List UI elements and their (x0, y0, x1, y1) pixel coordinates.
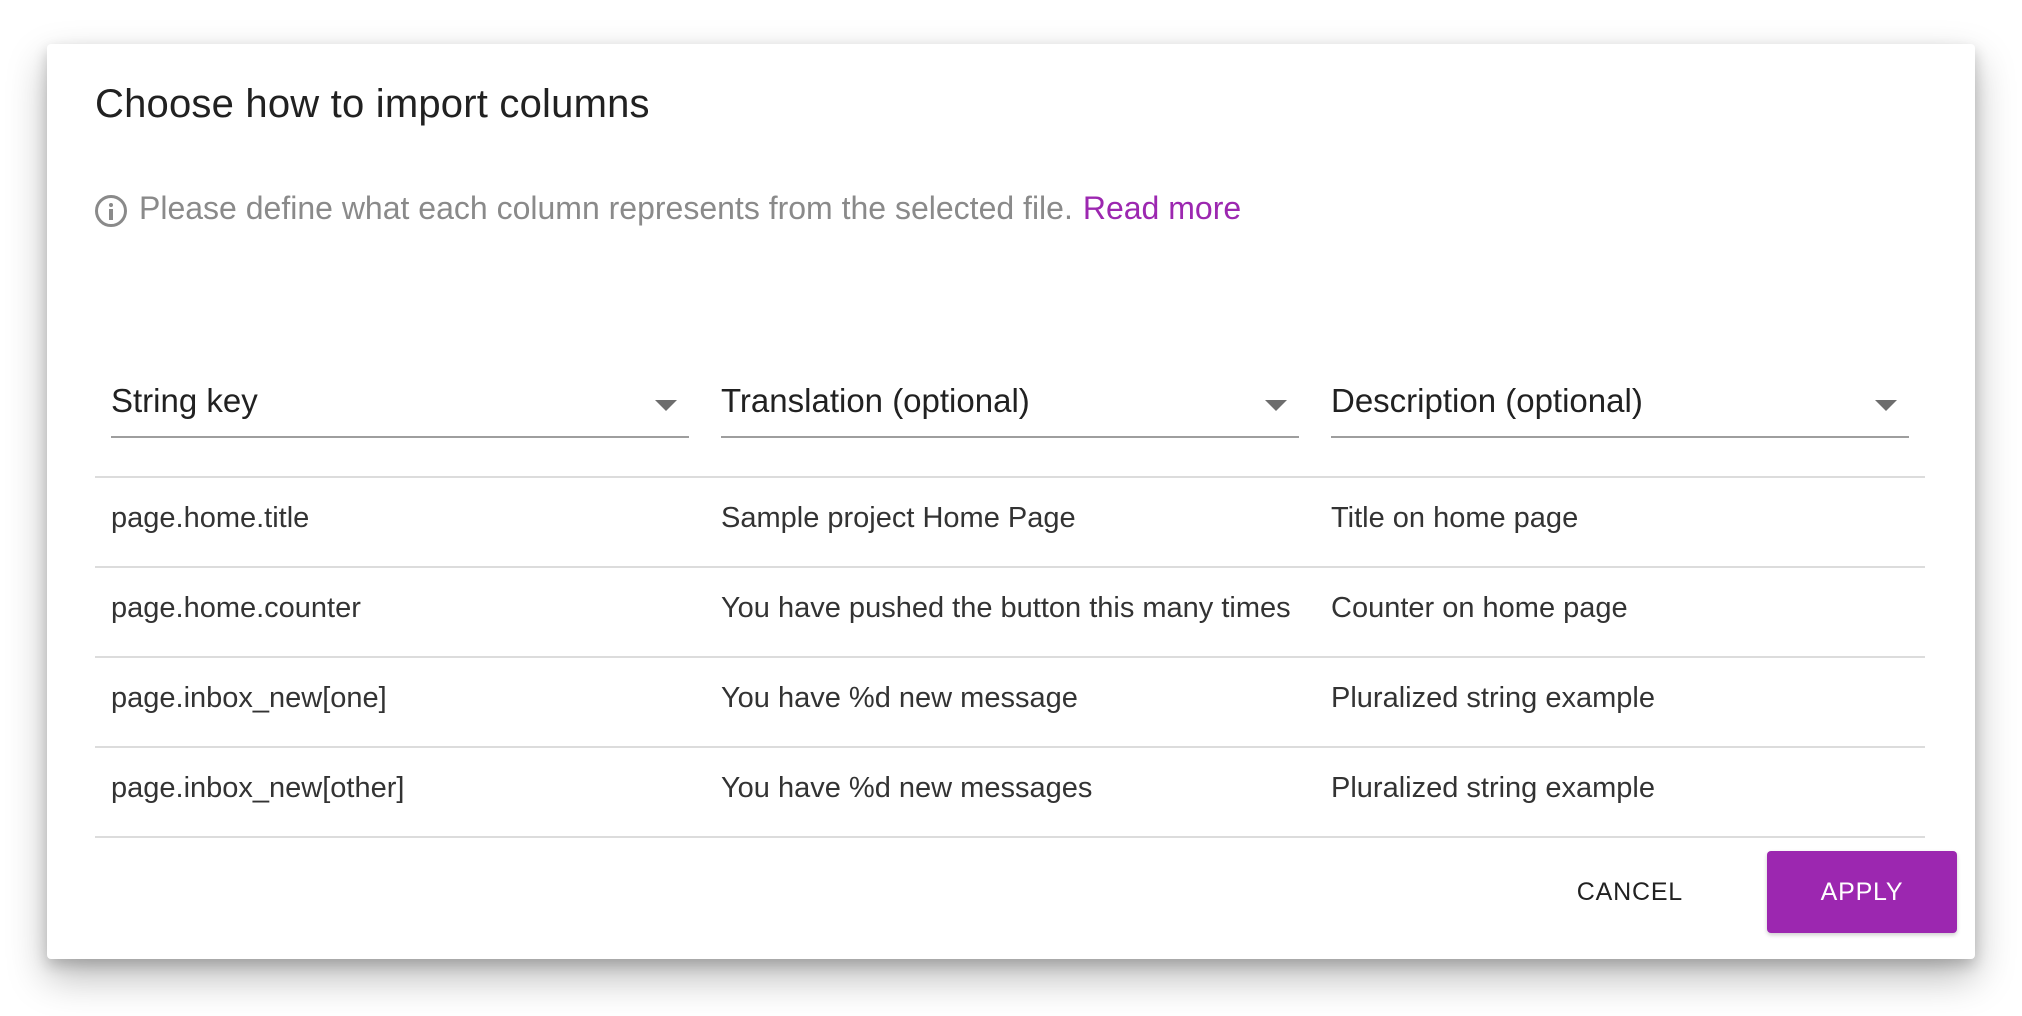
dropdown-caret-icon (655, 400, 677, 411)
table-cell: Pluralized string example (1331, 682, 1655, 714)
table-cell: You have pushed the button this many tim… (721, 592, 1291, 624)
import-columns-dialog: Choose how to import columns Please defi… (47, 44, 1975, 959)
table-row: page.inbox_new[one] You have %d new mess… (95, 658, 1925, 748)
table-row: page.home.title Sample project Home Page… (95, 478, 1925, 568)
column-1-select[interactable]: String key (111, 378, 689, 438)
column-2-select[interactable]: Translation (optional) (721, 378, 1299, 438)
column-3-select[interactable]: Description (optional) (1331, 378, 1909, 438)
read-more-link[interactable]: Read more (1083, 190, 1241, 227)
table-cell: page.home.counter (111, 592, 361, 624)
table-cell: You have %d new message (721, 682, 1078, 714)
dropdown-caret-icon (1875, 400, 1897, 411)
dialog-actions: CANCEL APPLY (1537, 851, 1957, 933)
table-cell: page.inbox_new[one] (111, 682, 387, 714)
dialog-title: Choose how to import columns (95, 82, 650, 126)
column-1-select-value: String key (111, 382, 258, 419)
info-icon (95, 194, 127, 227)
table-row: page.home.counter You have pushed the bu… (95, 568, 1925, 658)
table-cell: You have %d new messages (721, 772, 1093, 804)
column-mapping-row: String key Translation (optional) Descri… (95, 354, 1925, 478)
table-row: page.inbox_new[other] You have %d new me… (95, 748, 1925, 838)
table-cell: Counter on home page (1331, 592, 1628, 624)
table-cell: Title on home page (1331, 502, 1579, 534)
apply-button[interactable]: APPLY (1767, 851, 1957, 933)
table-cell: Pluralized string example (1331, 772, 1655, 804)
cancel-button[interactable]: CANCEL (1537, 851, 1723, 933)
table-cell: Sample project Home Page (721, 502, 1076, 534)
dropdown-caret-icon (1265, 400, 1287, 411)
table-cell: page.inbox_new[other] (111, 772, 405, 804)
info-message: Please define what each column represent… (95, 190, 1241, 227)
column-2-select-value: Translation (optional) (721, 382, 1030, 419)
columns-table: String key Translation (optional) Descri… (95, 354, 1925, 838)
table-cell: page.home.title (111, 502, 310, 534)
info-text: Please define what each column represent… (139, 190, 1073, 226)
column-3-select-value: Description (optional) (1331, 382, 1643, 419)
